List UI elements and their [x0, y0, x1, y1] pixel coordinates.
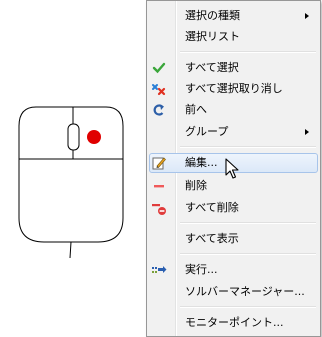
menu-item-label: モニターポイント... [185, 316, 284, 329]
menu-item-label: すべて選択 [185, 61, 239, 74]
menu-item-previous[interactable]: 前へ [149, 100, 318, 120]
menu-separator [180, 146, 316, 148]
menu-item-selection-list[interactable]: 選択リスト [149, 27, 318, 47]
menu-item-label: 編集... [185, 156, 218, 169]
submenu-arrow-icon [305, 129, 309, 135]
menu-item-label: すべて削除 [185, 201, 239, 214]
menu-item-label: 選択の種類 [185, 9, 240, 22]
mouse-model-drawing [18, 106, 124, 259]
menu-item-run[interactable]: 実行... [149, 260, 318, 280]
monitor-point-marker [87, 130, 101, 144]
green-checkmark-icon [152, 62, 166, 74]
undo-arrow-icon [153, 104, 164, 116]
menu-item-label: ソルバーマネージャー... [185, 285, 305, 298]
menu-item-label: 選択リスト [185, 30, 240, 43]
edit-pencil-icon [152, 157, 166, 170]
menu-separator [180, 51, 316, 53]
menu-separator [180, 253, 316, 255]
submenu-arrow-icon [305, 13, 309, 19]
red-minus-icon [154, 185, 164, 188]
menu-separator [180, 222, 316, 224]
menu-item-selection-type[interactable]: 選択の種類 [149, 6, 318, 26]
mouse-pointer-icon [225, 158, 239, 179]
menu-item-group[interactable]: グループ [149, 122, 318, 142]
clear-selection-icon [152, 84, 166, 96]
menu-item-label: すべて選択取り消し [185, 82, 283, 95]
menu-item-label: 前へ [185, 103, 207, 116]
menu-item-label: 実行... [185, 263, 218, 276]
menu-item-delete-all[interactable]: すべて削除 [149, 198, 318, 218]
menu-item-label: グループ [185, 125, 229, 138]
menu-item-label: 削除 [185, 179, 207, 192]
menu-item-select-all[interactable]: すべて選択 [149, 58, 318, 78]
menu-item-show-all[interactable]: すべて表示 [149, 229, 318, 249]
run-arrow-icon [152, 266, 167, 273]
delete-all-icon [152, 204, 166, 215]
menu-item-label: すべて表示 [185, 232, 239, 245]
menu-separator [180, 306, 316, 308]
menu-item-monitor-points[interactable]: モニターポイント... [149, 313, 318, 333]
menu-item-deselect-all[interactable]: すべて選択取り消し [149, 79, 318, 99]
menu-item-solver-manager[interactable]: ソルバーマネージャー... [149, 282, 318, 302]
scroll-wheel [67, 123, 80, 151]
